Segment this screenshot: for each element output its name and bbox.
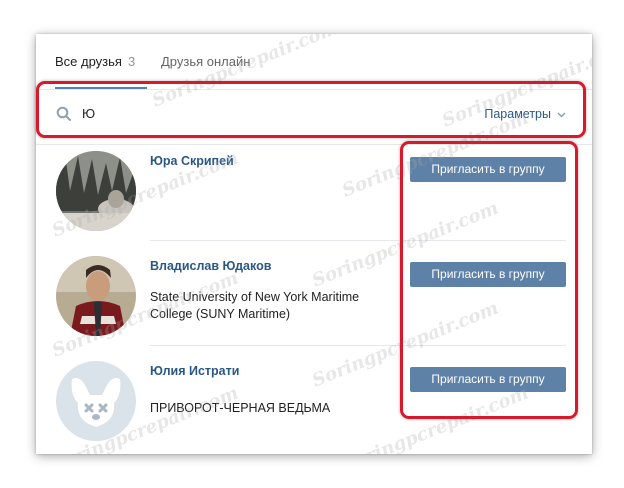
avatar[interactable] [56, 256, 136, 336]
tab-all-friends[interactable]: Все друзья 3 [55, 54, 147, 90]
tab-all-friends-label: Все друзья [55, 54, 122, 69]
parameters-dropdown[interactable]: Параметры [484, 107, 566, 121]
invite-to-group-button[interactable]: Пригласить в группу [410, 262, 566, 287]
friend-row: Владислав Юдаков State University of New… [36, 251, 592, 355]
avatar[interactable] [56, 361, 136, 441]
row-divider [150, 345, 566, 346]
tab-all-friends-count: 3 [127, 54, 136, 69]
friend-name[interactable]: Юра Скрипей [150, 154, 234, 168]
row-divider [150, 240, 566, 241]
friend-name[interactable]: Владислав Юдаков [150, 259, 271, 273]
tab-friends-online-label: Друзья онлайн [161, 54, 251, 69]
deactivated-dog-icon [56, 361, 136, 441]
parameters-label: Параметры [484, 107, 551, 121]
avatar[interactable] [56, 151, 136, 231]
friends-panel: Все друзья 3 Друзья онлайн Ю Параметры Ю… [36, 34, 592, 454]
invite-to-group-button[interactable]: Пригласить в группу [410, 157, 566, 182]
search-icon [56, 106, 71, 121]
friend-description: State University of New York Maritime Co… [150, 290, 360, 321]
invite-to-group-button[interactable]: Пригласить в группу [410, 367, 566, 392]
chevron-down-icon [557, 112, 566, 118]
tab-friends-online[interactable]: Друзья онлайн [161, 54, 250, 90]
friend-description: ПРИВОРОТ-ЧЕРНАЯ ВЕДЬМА [150, 401, 331, 415]
tabs-bar: Все друзья 3 Друзья онлайн [36, 34, 592, 90]
friend-row: Юлия Истрати ПРИВОРОТ-ЧЕРНАЯ ВЕДЬМА Приг… [36, 356, 592, 454]
search-input[interactable]: Ю [82, 106, 95, 121]
friend-name[interactable]: Юлия Истрати [150, 364, 239, 378]
search-row: Ю Параметры [36, 90, 592, 145]
friend-row: Юра Скрипей Пригласить в группу [36, 146, 592, 250]
